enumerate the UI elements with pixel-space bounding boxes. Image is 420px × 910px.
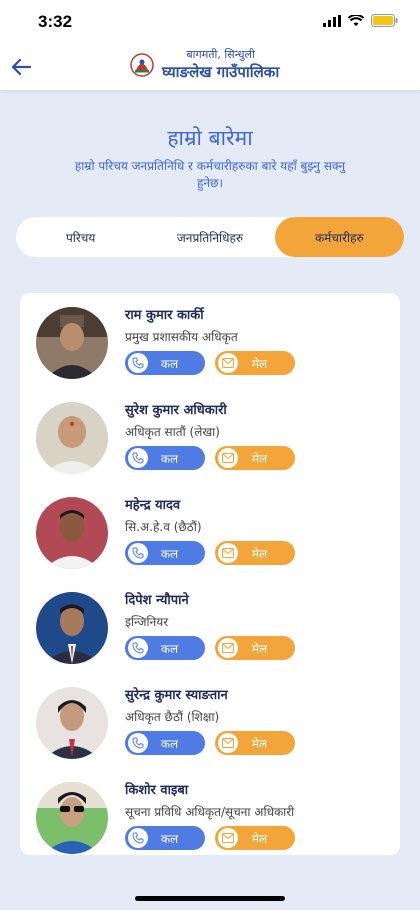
header-text: बागमती, सिन्धुली घ्याङलेख गाउँपालिका	[162, 48, 279, 82]
phone-icon	[128, 353, 148, 373]
status-icons	[323, 14, 398, 27]
tab-intro[interactable]: परिचय	[16, 217, 145, 257]
mail-label: मेल	[251, 641, 268, 656]
mail-icon	[218, 828, 238, 848]
staff-role: सि.अ.हे.व (छैठौं)	[125, 520, 202, 534]
staff-role: प्रमुख प्रशासकीय अधिकृत	[125, 330, 238, 344]
header-subtitle: बागमती, सिन्धुली	[186, 48, 255, 61]
staff-item: दिपेश न्यौपाने इन्जिनियर कल मेल	[20, 578, 400, 673]
back-button[interactable]	[8, 54, 34, 80]
phone-icon	[128, 733, 148, 753]
status-bar: 3:32	[0, 0, 420, 44]
section-description: हाम्रो परिचय जनप्रतिनिधि र कर्मचारीहरुका…	[74, 159, 346, 190]
staff-item: किशोर वाइबा सूचना प्रविधि अधिकृत/सूचना अ…	[20, 768, 400, 863]
staff-role: अधिकृत सातौं (लेखा)	[125, 425, 220, 439]
tab-representatives[interactable]: जनप्रतिनिधिहरु	[145, 217, 274, 257]
call-button[interactable]: कल	[125, 541, 205, 565]
staff-name: किशोर वाइबा	[125, 783, 189, 798]
mail-label: मेल	[251, 546, 268, 561]
call-label: कल	[160, 831, 179, 846]
wifi-icon	[348, 14, 364, 26]
staff-name: सुरेश कुमार अधिकारी	[125, 403, 227, 418]
section-title: हाम्रो बारेमा	[167, 126, 253, 150]
mail-button[interactable]: मेल	[215, 351, 295, 375]
staff-item: राम कुमार कार्की प्रमुख प्रशासकीय अधिकृत…	[20, 293, 400, 388]
mail-button[interactable]: मेल	[215, 826, 295, 850]
tab-bar: परिचय जनप्रतिनिधिहरु कर्मचारीहरु	[16, 217, 404, 257]
mail-icon	[218, 353, 238, 373]
avatar	[36, 307, 108, 379]
staff-item: महेन्द्र यादव सि.अ.हे.व (छैठौं) कल मेल	[20, 483, 400, 578]
staff-name: महेन्द्र यादव	[125, 498, 181, 513]
mail-button[interactable]: मेल	[215, 636, 295, 660]
staff-role: सूचना प्रविधि अधिकृत/सूचना अधिकारी	[125, 805, 295, 819]
call-label: कल	[160, 641, 179, 656]
phone-icon	[128, 828, 148, 848]
mail-label: मेल	[251, 451, 268, 466]
tab-staff[interactable]: कर्मचारीहरु	[274, 217, 404, 257]
call-button[interactable]: कल	[125, 351, 205, 375]
staff-item: सुरेश कुमार अधिकारी अधिकृत सातौं (लेखा) …	[20, 388, 400, 483]
avatar	[36, 497, 108, 569]
call-label: कल	[160, 356, 179, 371]
mail-label: मेल	[251, 736, 268, 751]
back-arrow-icon	[11, 58, 31, 76]
staff-name: राम कुमार कार्की	[125, 308, 204, 323]
call-button[interactable]: कल	[125, 636, 205, 660]
phone-icon	[128, 638, 148, 658]
mail-button[interactable]: मेल	[215, 541, 295, 565]
call-button[interactable]: कल	[125, 826, 205, 850]
header-brand: बागमती, सिन्धुली घ्याङलेख गाउँपालिका	[130, 48, 279, 82]
call-label: कल	[160, 736, 179, 751]
nepal-emblem-icon	[130, 53, 154, 77]
staff-name: दिपेश न्यौपाने	[125, 593, 189, 608]
avatar	[36, 402, 108, 474]
staff-item: सुरेन्द्र कुमार स्याङतान अधिकृत छैठौं (श…	[20, 673, 400, 768]
app-header: बागमती, सिन्धुली घ्याङलेख गाउँपालिका	[0, 44, 420, 90]
staff-list: राम कुमार कार्की प्रमुख प्रशासकीय अधिकृत…	[20, 293, 400, 855]
mail-icon	[218, 543, 238, 563]
call-label: कल	[160, 546, 179, 561]
mail-label: मेल	[251, 831, 268, 846]
mail-icon	[218, 448, 238, 468]
mail-icon	[218, 638, 238, 658]
call-button[interactable]: कल	[125, 731, 205, 755]
mail-label: मेल	[251, 356, 268, 371]
status-time: 3:32	[38, 12, 73, 31]
header-title: घ्याङलेख गाउँपालिका	[162, 63, 280, 81]
mail-icon	[218, 733, 238, 753]
staff-name: सुरेन्द्र कुमार स्याङतान	[125, 688, 228, 703]
battery-icon	[371, 14, 398, 27]
avatar	[36, 687, 108, 759]
call-label: कल	[160, 451, 179, 466]
signal-icon	[323, 14, 341, 27]
call-button[interactable]: कल	[125, 446, 205, 470]
home-indicator	[135, 896, 285, 901]
phone-icon	[128, 448, 148, 468]
staff-role: अधिकृत छैठौं (शिक्षा)	[125, 710, 220, 724]
phone-icon	[128, 543, 148, 563]
avatar	[36, 592, 108, 664]
mail-button[interactable]: मेल	[215, 731, 295, 755]
avatar	[36, 782, 108, 854]
staff-role: इन्जिनियर	[125, 615, 169, 629]
mail-button[interactable]: मेल	[215, 446, 295, 470]
